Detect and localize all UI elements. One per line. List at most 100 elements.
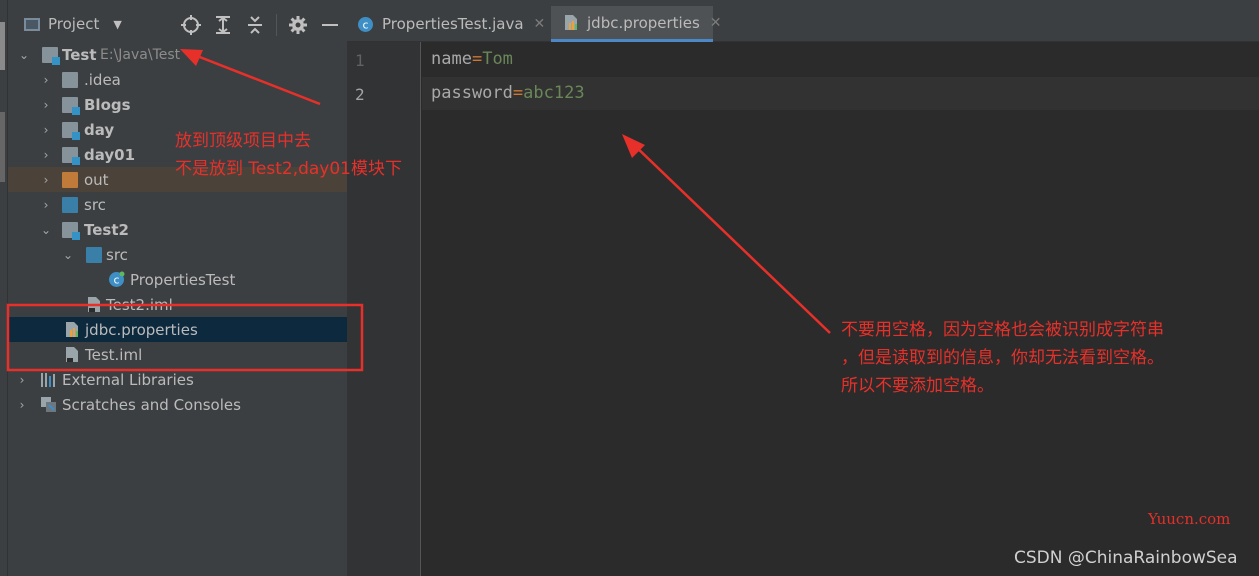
chevron-right-icon[interactable]: › xyxy=(40,149,52,161)
collapse-all-icon[interactable] xyxy=(244,14,266,36)
annotation-line: 不要用空格，因为空格也会被识别成字符串 xyxy=(841,320,1164,340)
tree-label: Test2 xyxy=(84,220,129,239)
module-folder-icon xyxy=(62,97,80,115)
tree-label: Blogs xyxy=(84,95,131,114)
svg-text:c: c xyxy=(113,274,119,287)
editor-tab-bar: c PropertiesTest.java ✕ jdbc.properties … xyxy=(347,0,1259,42)
project-tool-tab[interactable] xyxy=(0,22,5,70)
chevron-down-icon[interactable]: ⌄ xyxy=(40,224,52,236)
tree-label: src xyxy=(84,195,106,214)
tree-label: Scratches and Consoles xyxy=(62,395,241,414)
source-folder-icon xyxy=(86,247,102,263)
author-watermark: CSDN @ChinaRainbowSea xyxy=(1014,548,1238,568)
chevron-right-icon[interactable]: › xyxy=(40,74,52,86)
line-number: 2 xyxy=(355,85,365,104)
minimize-icon[interactable] xyxy=(319,14,341,36)
tree-node-properties-test[interactable]: c PropertiesTest xyxy=(8,267,347,292)
tree-label: Test2.iml xyxy=(106,295,173,314)
gear-icon[interactable] xyxy=(287,14,309,36)
library-icon xyxy=(40,371,56,387)
tree-node-test2-iml[interactable]: Test2.iml xyxy=(8,292,347,317)
annotation-line: 所以不要添加空格。 xyxy=(841,376,994,396)
chevron-down-icon[interactable]: ⌄ xyxy=(62,249,74,261)
tree-node-test2-src[interactable]: ⌄ src xyxy=(8,242,347,267)
close-icon[interactable]: ✕ xyxy=(534,16,546,32)
project-view-selector[interactable]: Project ▼ xyxy=(24,15,122,33)
property-equals: = xyxy=(512,83,524,103)
chevron-right-icon[interactable]: › xyxy=(40,124,52,136)
site-watermark: Yuucn.com xyxy=(1148,510,1231,528)
structure-tool-tab[interactable] xyxy=(0,112,5,182)
properties-file-icon xyxy=(563,14,579,31)
annotation-line: 放到顶级项目中去 xyxy=(175,131,311,151)
chevron-down-icon[interactable]: ⌄ xyxy=(18,49,30,61)
tab-label: PropertiesTest.java xyxy=(382,15,524,33)
scratches-icon xyxy=(40,396,56,412)
annotation-right: 不要用空格，因为空格也会被识别成字符串 ，但是读取到的信息，你却无法看到空格。 … xyxy=(841,316,1164,400)
project-panel-header: Project ▼ xyxy=(8,6,347,42)
module-folder-icon xyxy=(42,47,60,65)
project-panel: Project ▼ ⌄ Test E:\Java\Test › .idea › … xyxy=(8,0,347,576)
annotation-line: 不是放到 Test2,day01模块下 xyxy=(175,159,403,179)
tree-node-jdbc-properties[interactable]: jdbc.properties xyxy=(8,317,347,342)
chevron-right-icon[interactable]: › xyxy=(16,399,28,411)
code-line[interactable]: name=Tom xyxy=(431,49,513,69)
tab-jdbc-properties[interactable]: jdbc.properties ✕ xyxy=(551,6,722,42)
header-divider xyxy=(276,14,277,36)
line-number-gutter xyxy=(347,42,421,576)
chevron-right-icon[interactable]: › xyxy=(16,374,28,386)
tree-node-test[interactable]: ⌄ Test E:\Java\Test xyxy=(8,42,347,67)
source-folder-icon xyxy=(62,197,78,213)
chevron-right-icon[interactable]: › xyxy=(40,199,52,211)
iml-file-icon xyxy=(86,296,102,312)
tab-label: jdbc.properties xyxy=(587,13,700,32)
tab-properties-test-java[interactable]: c PropertiesTest.java ✕ xyxy=(357,6,553,42)
chevron-right-icon[interactable]: › xyxy=(40,174,52,186)
property-value: abc123 xyxy=(523,83,585,103)
line-number: 1 xyxy=(355,51,365,70)
properties-file-icon xyxy=(64,321,80,337)
tree-label: src xyxy=(106,245,128,264)
tree-label: out xyxy=(84,170,109,189)
code-line[interactable]: password=abc123 xyxy=(431,83,585,103)
tree-node-test2[interactable]: ⌄ Test2 xyxy=(8,217,347,242)
project-window-icon xyxy=(24,17,40,31)
close-icon[interactable]: ✕ xyxy=(710,15,722,31)
tree-label: day xyxy=(84,120,115,139)
code-editor[interactable]: 1 2 name=Tom password=abc123 xyxy=(347,42,1259,576)
property-key: password xyxy=(431,83,513,103)
tree-node-blogs[interactable]: › Blogs xyxy=(8,92,347,117)
tree-label: External Libraries xyxy=(62,370,194,389)
iml-file-icon xyxy=(64,346,80,362)
tree-label: Test xyxy=(62,45,97,64)
tree-node-scratches[interactable]: › Scratches and Consoles xyxy=(8,392,347,417)
excluded-folder-icon xyxy=(62,172,78,188)
chevron-down-icon: ▼ xyxy=(113,17,122,31)
module-folder-icon xyxy=(62,222,80,240)
tree-node-idea[interactable]: › .idea xyxy=(8,67,347,92)
svg-text:c: c xyxy=(362,18,368,31)
module-folder-icon xyxy=(62,147,80,165)
tree-path: E:\Java\Test xyxy=(100,46,181,63)
project-title: Project xyxy=(48,15,100,33)
tool-window-strip[interactable] xyxy=(0,0,8,576)
property-key: name xyxy=(431,49,472,69)
tree-label: PropertiesTest xyxy=(130,270,236,289)
property-value: Tom xyxy=(482,49,513,69)
annotation-top: 放到顶级项目中去 不是放到 Test2,day01模块下 xyxy=(175,127,402,183)
annotation-line: ，但是读取到的信息，你却无法看到空格。 xyxy=(841,348,1164,368)
tree-label: day01 xyxy=(84,145,136,164)
property-equals: = xyxy=(471,49,483,69)
expand-all-icon[interactable] xyxy=(212,14,234,36)
locate-icon[interactable] xyxy=(180,14,202,36)
java-class-icon: c xyxy=(357,16,374,33)
folder-icon xyxy=(62,72,78,88)
tree-label: Test.iml xyxy=(85,345,143,364)
java-class-icon: c xyxy=(108,271,125,287)
module-folder-icon xyxy=(62,122,80,140)
tree-node-external-libraries[interactable]: › External Libraries xyxy=(8,367,347,392)
chevron-right-icon[interactable]: › xyxy=(40,99,52,111)
tree-node-src[interactable]: › src xyxy=(8,192,347,217)
tree-label: jdbc.properties xyxy=(85,320,198,339)
tree-node-test-iml[interactable]: Test.iml xyxy=(8,342,347,367)
